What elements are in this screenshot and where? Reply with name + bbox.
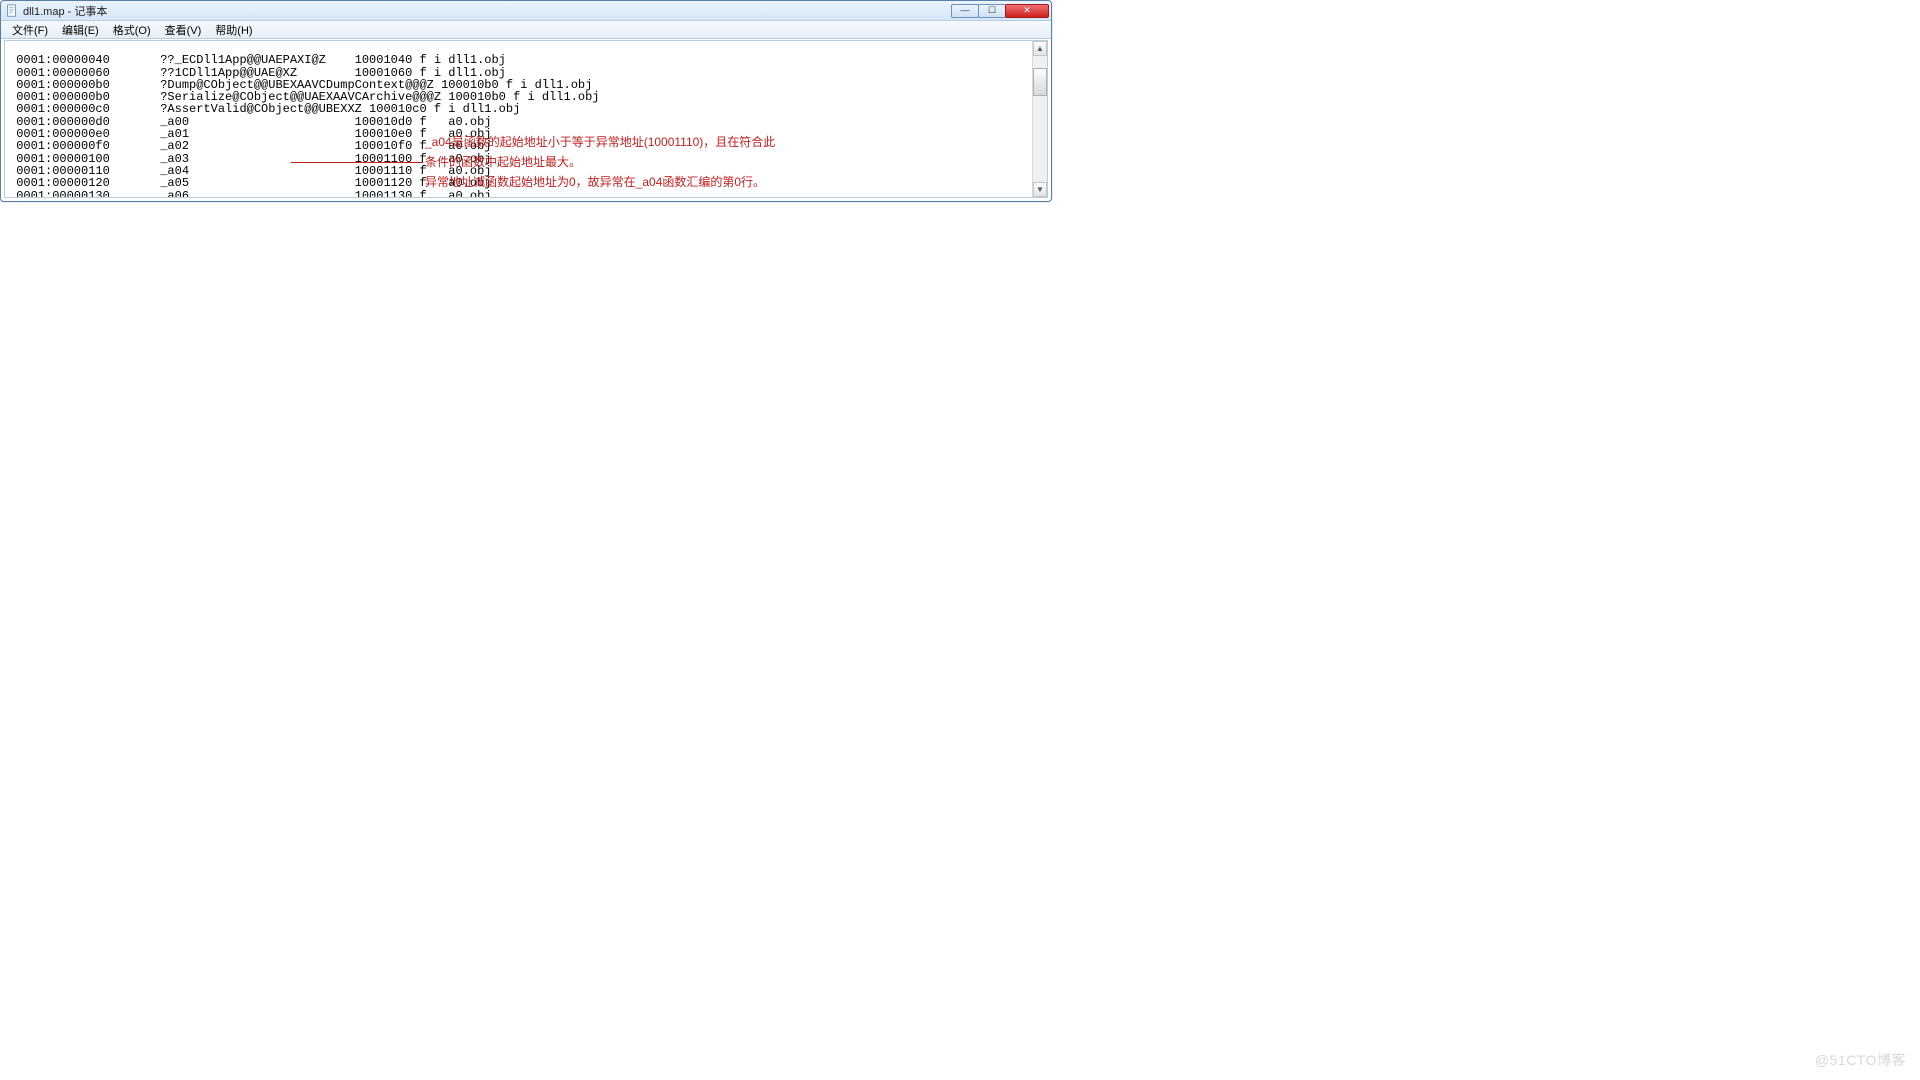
- scroll-thumb[interactable]: [1033, 68, 1047, 96]
- scroll-down-button[interactable]: ▼: [1033, 182, 1047, 197]
- text-content[interactable]: 0001:00000040 ??_ECDll1App@@UAEPAXI@Z 10…: [5, 41, 1032, 197]
- watermark-text: @51CTO博客: [1815, 1050, 1906, 1070]
- menu-help[interactable]: 帮助(H): [208, 21, 259, 39]
- vertical-scrollbar[interactable]: ▲ ▼: [1032, 41, 1047, 197]
- map-line: 0001:00000130 _a06 10001130 f a0.obj: [9, 189, 491, 197]
- scroll-track[interactable]: [1033, 56, 1047, 182]
- menu-view[interactable]: 查看(V): [158, 21, 209, 39]
- annotation-text-3: 异常地址减函数起始地址为0，故异常在_a04函数汇编的第0行。: [425, 176, 765, 188]
- document-icon: [5, 4, 19, 18]
- underline-annotation: [291, 162, 423, 163]
- maximize-button[interactable]: ☐: [978, 4, 1006, 18]
- window-controls: — ☐ ✕: [952, 4, 1049, 18]
- menu-file[interactable]: 文件(F): [5, 21, 55, 39]
- annotation-text-2: 条件的函数中起始地址最大。: [425, 156, 581, 168]
- scroll-up-button[interactable]: ▲: [1033, 41, 1047, 56]
- menu-format[interactable]: 格式(O): [106, 21, 158, 39]
- menu-edit[interactable]: 编辑(E): [55, 21, 106, 39]
- close-button[interactable]: ✕: [1005, 4, 1049, 18]
- menubar: 文件(F) 编辑(E) 格式(O) 查看(V) 帮助(H): [1, 21, 1051, 39]
- titlebar[interactable]: dll1.map - 记事本 — ☐ ✕: [1, 1, 1051, 21]
- window-title: dll1.map - 记事本: [23, 3, 952, 19]
- client-area: 0001:00000040 ??_ECDll1App@@UAEPAXI@Z 10…: [4, 40, 1048, 198]
- notepad-window: dll1.map - 记事本 — ☐ ✕ 文件(F) 编辑(E) 格式(O) 查…: [0, 0, 1052, 202]
- minimize-button[interactable]: —: [951, 4, 979, 18]
- annotation-text-1: _a04是函数的起始地址小于等于异常地址(10001110)，且在符合此: [425, 136, 775, 148]
